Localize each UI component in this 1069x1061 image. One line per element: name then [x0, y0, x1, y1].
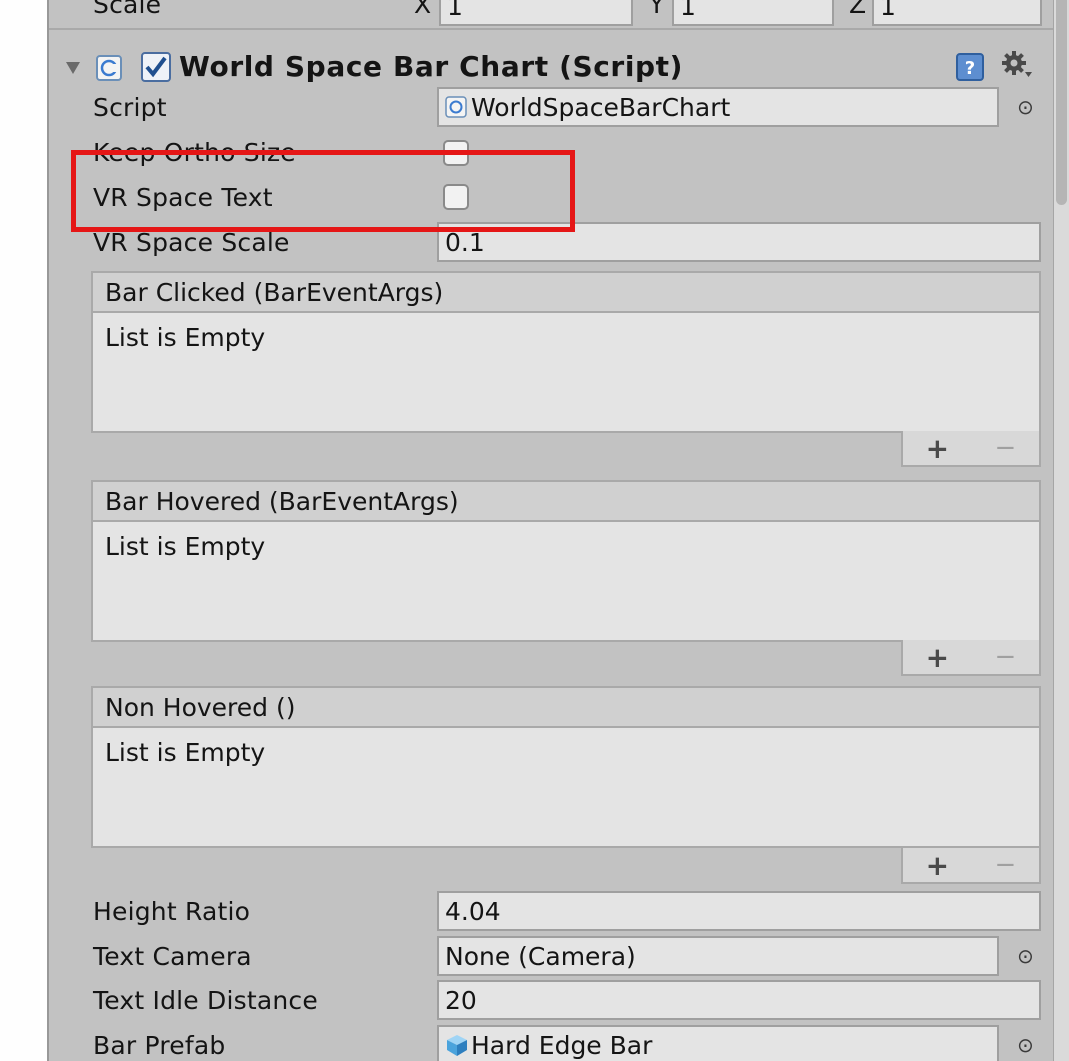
list-controls: + −	[901, 431, 1041, 467]
scale-z-field[interactable]: 1	[872, 0, 1042, 26]
remove-button[interactable]: −	[995, 642, 1017, 672]
remove-button[interactable]: −	[995, 433, 1017, 463]
add-button[interactable]: +	[926, 432, 949, 465]
prefab-cube-icon	[447, 1035, 467, 1056]
scale-z-value: 1	[880, 0, 896, 21]
scale-z-label: Z	[849, 0, 867, 19]
scrollbar-thumb[interactable]	[1056, 0, 1067, 205]
vr-scale-label: VR Space Scale	[93, 228, 290, 257]
scale-y-label: Y	[649, 0, 665, 19]
scale-x-value: 1	[447, 0, 463, 21]
left-margin	[0, 0, 47, 1061]
scale-label: Scale	[93, 0, 162, 19]
remove-button[interactable]: −	[995, 850, 1017, 880]
bar-prefab-label: Bar Prefab	[93, 1031, 226, 1060]
list-controls: + −	[901, 640, 1041, 676]
add-button[interactable]: +	[926, 641, 949, 674]
scale-x-field[interactable]: 1	[439, 0, 633, 26]
event-title: Non Hovered ()	[105, 692, 296, 722]
text-camera-value: None (Camera)	[445, 941, 636, 971]
bar-prefab-field[interactable]: Hard Edge Bar	[437, 1025, 999, 1061]
idle-distance-value: 20	[445, 985, 477, 1015]
event-list[interactable]: List is Empty	[91, 311, 1041, 433]
idle-distance-field[interactable]: 20	[437, 980, 1041, 1020]
object-picker-icon[interactable]: ⊙	[1017, 1033, 1034, 1057]
event-title: Bar Hovered (BarEventArgs)	[105, 486, 459, 516]
script-icon	[96, 55, 122, 81]
event-title: Bar Clicked (BarEventArgs)	[105, 277, 444, 307]
event-header: Bar Hovered (BarEventArgs)	[91, 480, 1041, 520]
idle-distance-label: Text Idle Distance	[93, 986, 318, 1015]
script-label: Script	[93, 93, 167, 122]
object-picker-icon[interactable]: ⊙	[1017, 95, 1034, 119]
enabled-checkbox[interactable]	[141, 52, 171, 82]
object-picker-icon[interactable]: ⊙	[1017, 944, 1034, 968]
empty-list-text: List is Empty	[105, 323, 266, 352]
script-value: WorldSpaceBarChart	[471, 92, 731, 122]
script-field[interactable]: WorldSpaceBarChart	[437, 87, 999, 127]
add-button[interactable]: +	[926, 849, 949, 882]
svg-text:?: ?	[965, 58, 975, 79]
height-ratio-label: Height Ratio	[93, 897, 251, 926]
event-list[interactable]: List is Empty	[91, 726, 1041, 848]
event-list[interactable]: List is Empty	[91, 520, 1041, 642]
event-header: Non Hovered ()	[91, 686, 1041, 726]
event-header: Bar Clicked (BarEventArgs)	[91, 271, 1041, 311]
scale-y-field[interactable]: 1	[672, 0, 834, 26]
gear-icon[interactable]	[1001, 50, 1033, 80]
empty-list-text: List is Empty	[105, 532, 266, 561]
foldout-arrow-icon[interactable]	[64, 60, 82, 76]
help-book-icon[interactable]: ?	[955, 52, 985, 82]
text-camera-field[interactable]: None (Camera)	[437, 936, 999, 976]
empty-list-text: List is Empty	[105, 738, 266, 767]
text-camera-label: Text Camera	[93, 942, 252, 971]
list-controls: + −	[901, 848, 1041, 884]
highlight-box	[71, 150, 575, 232]
section-divider	[49, 28, 1053, 30]
script-icon	[445, 96, 467, 118]
component-title: World Space Bar Chart (Script)	[179, 50, 684, 83]
scale-x-label: X	[414, 0, 432, 19]
height-ratio-field[interactable]: 4.04	[437, 891, 1041, 931]
inspector-panel: Scale X 1 Y 1 Z 1 World Space Bar Chart …	[49, 0, 1053, 1061]
scale-y-value: 1	[680, 0, 696, 21]
bar-prefab-value: Hard Edge Bar	[471, 1030, 653, 1060]
height-ratio-value: 4.04	[445, 896, 501, 926]
